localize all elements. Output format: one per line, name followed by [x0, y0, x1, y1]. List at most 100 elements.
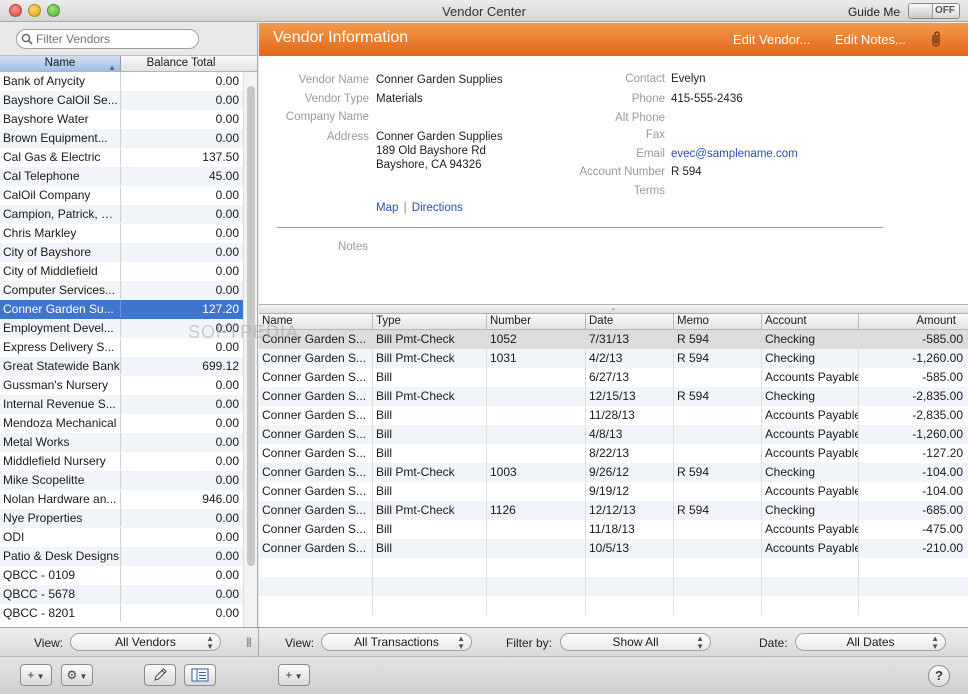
transactions-view-select[interactable]: All Transactions ▲ ▼ — [321, 633, 472, 651]
column-header-memo[interactable]: Memo — [674, 314, 762, 329]
filter-by-select[interactable]: Show All ▲ ▼ — [560, 633, 711, 651]
column-header-number[interactable]: Number — [487, 314, 586, 329]
vendor-list-row[interactable]: Mendoza Mechanical 0.00 — [0, 414, 243, 433]
transaction-date-cell: 4/2/13 — [586, 349, 674, 368]
transaction-number-cell: 1052 — [487, 330, 586, 349]
vendor-list-row[interactable]: City of Middlefield 0.00 — [0, 262, 243, 281]
vendor-balance-cell: 0.00 — [215, 435, 239, 449]
column-header-name[interactable]: Name — [259, 314, 373, 329]
vendor-list-row[interactable]: QBCC - 8201 0.00 — [0, 604, 243, 623]
transaction-row[interactable]: Conner Garden S... Bill Pmt-Check 1052 7/31… — [259, 330, 968, 349]
vendor-list-row[interactable]: Brown Equipment... 0.00 — [0, 129, 243, 148]
vendor-list-row[interactable]: Bank of Anycity 0.00 — [0, 72, 243, 91]
vendor-name-cell: Bayshore CalOil Se... — [0, 91, 121, 109]
vendor-list-scrollbar[interactable] — [243, 72, 257, 627]
vendor-list-row[interactable]: Cal Telephone 45.00 — [0, 167, 243, 186]
column-header-type[interactable]: Type — [373, 314, 487, 329]
vendor-name-cell: City of Middlefield — [0, 262, 121, 280]
transaction-memo-cell — [674, 482, 762, 501]
email-link[interactable]: evec@samplename.com — [671, 148, 798, 160]
transaction-amount-cell: -1,260.00 — [912, 351, 963, 365]
vendor-balance-cell: 0.00 — [215, 207, 239, 221]
vendor-list-row[interactable]: Conner Garden Su... 127.20 — [0, 300, 243, 319]
empty-row — [259, 596, 968, 615]
edit-vendor-button[interactable]: Edit Vendor... — [733, 32, 810, 47]
vendor-list-row[interactable]: Gussman's Nursery 0.00 — [0, 376, 243, 395]
vendor-list-row[interactable]: Great Statewide Bank 699.12 — [0, 357, 243, 376]
vendor-list-row[interactable]: Nolan Hardware an... 946.00 — [0, 490, 243, 509]
transaction-row[interactable]: Conner Garden S... Bill 4/8/13 Accounts Pay… — [259, 425, 968, 444]
transaction-row[interactable]: Conner Garden S... Bill 10/5/13 Accounts Pa… — [259, 539, 968, 558]
transactions-view-label: View: — [285, 636, 315, 650]
edit-button[interactable] — [144, 664, 176, 686]
guide-me-toggle[interactable]: OFF — [908, 3, 960, 19]
transaction-row[interactable]: Conner Garden S... Bill 8/22/13 Accounts Pa… — [259, 444, 968, 463]
vendor-list-row[interactable]: Internal Revenue S... 0.00 — [0, 395, 243, 414]
vendor-list-row[interactable]: ODI 0.00 — [0, 528, 243, 547]
add-vendor-menu-button[interactable]: + ▼ — [20, 664, 52, 686]
transaction-row[interactable]: Conner Garden S... Bill Pmt-Check 12/15/13… — [259, 387, 968, 406]
toggle-detail-view-button[interactable] — [184, 664, 216, 686]
chevron-down-icon: ▼ — [292, 672, 303, 681]
column-header-name[interactable]: Name ▲ — [0, 56, 121, 72]
vendor-list-row[interactable]: Bayshore Water 0.00 — [0, 110, 243, 129]
vendor-list-row[interactable]: City of Bayshore 0.00 — [0, 243, 243, 262]
vendor-list-row[interactable]: Campion, Patrick, CPA 0.00 — [0, 205, 243, 224]
transaction-row[interactable]: Conner Garden S... Bill Pmt-Check 1003 9/26… — [259, 463, 968, 482]
transaction-name-cell: Conner Garden S... — [259, 368, 373, 387]
transaction-memo-cell: R 594 — [674, 387, 762, 406]
phone-label: Phone — [631, 93, 665, 105]
vendor-list-row[interactable]: Middlefield Nursery 0.00 — [0, 452, 243, 471]
column-header-amount[interactable]: Amount — [859, 314, 968, 329]
alt-phone-label: Alt Phone — [615, 112, 665, 124]
updown-arrows-icon: ▲ ▼ — [931, 634, 939, 651]
vendor-list: Bank of Anycity 0.00 Bayshore CalOil Se...… — [0, 72, 243, 623]
vendor-balance-cell: 137.50 — [202, 150, 239, 164]
vendors-view-select[interactable]: All Vendors ▲ ▼ — [70, 633, 221, 651]
vendor-list-row[interactable]: Metal Works 0.00 — [0, 433, 243, 452]
vendor-list-row[interactable]: Employment Devel... 0.00 — [0, 319, 243, 338]
action-menu-button[interactable]: ⚙ ▼ — [61, 664, 93, 686]
vendor-balance-cell: 0.00 — [215, 340, 239, 354]
vendor-list-row[interactable]: QBCC - 0109 0.00 — [0, 566, 243, 585]
transaction-type-cell: Bill — [373, 406, 487, 425]
vendor-list-row[interactable]: Nye Properties 0.00 — [0, 509, 243, 528]
vendor-list-row[interactable]: Computer Services... 0.00 — [0, 281, 243, 300]
filter-by-label: Filter by: — [506, 636, 553, 650]
vendor-list-row[interactable]: Chris Markley 0.00 — [0, 224, 243, 243]
vendor-balance-cell: 0.00 — [215, 549, 239, 563]
resize-grip-icon[interactable]: ||| — [246, 637, 252, 648]
vendor-list-row[interactable]: Bayshore CalOil Se... 0.00 — [0, 91, 243, 110]
edit-notes-button[interactable]: Edit Notes... — [835, 32, 906, 47]
vendor-list-row[interactable]: Express Delivery S... 0.00 — [0, 338, 243, 357]
transaction-row[interactable]: Conner Garden S... Bill 11/28/13 Accounts P… — [259, 406, 968, 425]
pane-split-divider[interactable]: ⌃ — [259, 304, 968, 316]
help-button[interactable]: ? — [928, 665, 950, 687]
date-select[interactable]: All Dates ▲ ▼ — [795, 633, 946, 651]
scrollbar-thumb[interactable] — [247, 86, 255, 566]
address-line-2: 189 Old Bayshore Rd — [376, 145, 486, 157]
vendor-balance-cell: 0.00 — [215, 397, 239, 411]
vendor-list-row[interactable]: QBCC - 5678 0.00 — [0, 585, 243, 604]
directions-link[interactable]: Directions — [412, 202, 463, 214]
transaction-row[interactable]: Conner Garden S... Bill 6/27/13 Accounts Pa… — [259, 368, 968, 387]
transaction-account-cell — [762, 577, 859, 596]
filter-vendors-input[interactable] — [16, 29, 199, 49]
vendor-list-row[interactable]: Cal Gas & Electric 137.50 — [0, 148, 243, 167]
transaction-row[interactable]: Conner Garden S... Bill Pmt-Check 1031 4/2/… — [259, 349, 968, 368]
column-header-account[interactable]: Account — [762, 314, 859, 329]
transaction-row[interactable]: Conner Garden S... Bill 11/18/13 Accounts P… — [259, 520, 968, 539]
add-transaction-menu-button[interactable]: + ▼ — [278, 664, 310, 686]
column-header-date[interactable]: Date — [586, 314, 674, 329]
vendor-name-cell: Brown Equipment... — [0, 129, 121, 147]
paperclip-icon[interactable] — [929, 30, 943, 48]
map-link[interactable]: Map — [376, 202, 398, 214]
vendor-name-cell: Conner Garden Su... — [0, 300, 121, 318]
vendor-list-row[interactable]: Mike Scopelitte 0.00 — [0, 471, 243, 490]
transaction-row[interactable]: Conner Garden S... Bill 9/19/12 Accounts Pa… — [259, 482, 968, 501]
vendor-list-row[interactable]: Patio & Desk Designs 0.00 — [0, 547, 243, 566]
transaction-row[interactable]: Conner Garden S... Bill Pmt-Check 1126 12/1… — [259, 501, 968, 520]
vendor-list-row[interactable]: CalOil Company 0.00 — [0, 186, 243, 205]
column-header-name-label: Name — [44, 57, 76, 69]
column-header-balance[interactable]: Balance Total — [121, 56, 241, 71]
